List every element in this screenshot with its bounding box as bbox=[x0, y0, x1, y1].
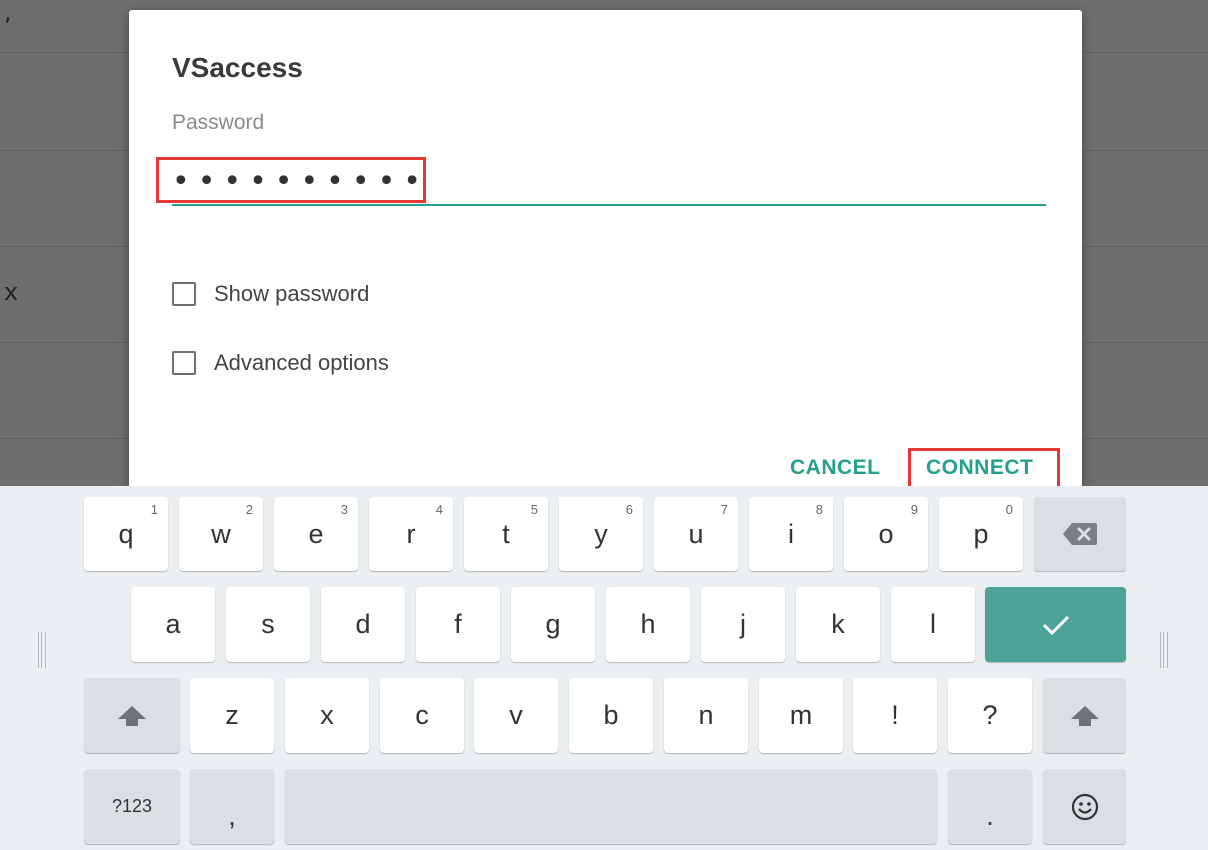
symbols-key[interactable]: ?123 bbox=[84, 769, 180, 844]
key-hint: 0 bbox=[1005, 502, 1013, 517]
key-label: w bbox=[211, 518, 231, 549]
key-n[interactable]: n bbox=[664, 678, 748, 753]
key-x[interactable]: x bbox=[285, 678, 369, 753]
period-key[interactable]: . bbox=[948, 769, 1032, 844]
show-password-checkbox[interactable] bbox=[172, 282, 196, 306]
key-l[interactable]: l bbox=[891, 587, 975, 662]
key-label: u bbox=[688, 518, 704, 549]
soft-keyboard: q1 w2 e3 r4 t5 y6 u7 i8 o9 p0 a s d f g … bbox=[0, 486, 1208, 850]
key-i[interactable]: i8 bbox=[749, 497, 833, 571]
wifi-password-dialog: VSaccess Password •••••••••• Show passwo… bbox=[129, 10, 1082, 490]
key-v[interactable]: v bbox=[474, 678, 558, 753]
key-d[interactable]: d bbox=[321, 587, 405, 662]
advanced-options-label: Advanced options bbox=[214, 350, 389, 375]
password-label: Password bbox=[172, 111, 265, 134]
key-label: r bbox=[406, 518, 416, 549]
key-label: q bbox=[118, 518, 134, 549]
enter-key[interactable] bbox=[985, 587, 1126, 662]
key-hint: 3 bbox=[340, 502, 348, 517]
key-hint: 7 bbox=[720, 502, 728, 517]
password-highlight-box bbox=[156, 157, 426, 203]
shift-left-key[interactable] bbox=[84, 678, 180, 753]
key-h[interactable]: h bbox=[606, 587, 690, 662]
key-f[interactable]: f bbox=[416, 587, 500, 662]
key-k[interactable]: k bbox=[796, 587, 880, 662]
key-label: , bbox=[228, 801, 236, 831]
key-e[interactable]: e3 bbox=[274, 497, 358, 571]
advanced-options-row[interactable]: Advanced options bbox=[172, 350, 389, 376]
cancel-button[interactable]: CANCEL bbox=[790, 456, 881, 480]
key-label: t bbox=[502, 518, 510, 549]
background-text: , bbox=[4, 0, 12, 26]
shift-right-key[interactable] bbox=[1043, 678, 1126, 753]
key-w[interactable]: w2 bbox=[179, 497, 263, 571]
key-b[interactable]: b bbox=[569, 678, 653, 753]
advanced-options-checkbox[interactable] bbox=[172, 351, 196, 375]
keyboard-right-handle[interactable] bbox=[1160, 632, 1170, 668]
background-text: x bbox=[4, 278, 19, 306]
key-hint: 4 bbox=[435, 502, 443, 517]
key-hint: 1 bbox=[150, 502, 158, 517]
key-z[interactable]: z bbox=[190, 678, 274, 753]
connect-highlight-box bbox=[908, 448, 1060, 490]
key-j[interactable]: j bbox=[701, 587, 785, 662]
key-hint: 6 bbox=[625, 502, 633, 517]
key-o[interactable]: o9 bbox=[844, 497, 928, 571]
checkmark-icon bbox=[1042, 615, 1069, 635]
dialog-title: VSaccess bbox=[172, 52, 303, 83]
key-a[interactable]: a bbox=[131, 587, 215, 662]
backspace-key[interactable] bbox=[1034, 497, 1126, 571]
key-label: o bbox=[878, 518, 894, 549]
key-label: i bbox=[788, 518, 794, 549]
key-hint: 9 bbox=[910, 502, 918, 517]
show-password-label: Show password bbox=[214, 281, 370, 306]
key-label: y bbox=[594, 518, 608, 549]
shift-icon bbox=[1070, 705, 1099, 726]
key-question[interactable]: ? bbox=[948, 678, 1032, 753]
emoji-icon bbox=[1071, 793, 1098, 820]
shift-icon bbox=[118, 705, 146, 726]
key-p[interactable]: p0 bbox=[939, 497, 1023, 571]
key-hint: 2 bbox=[245, 502, 253, 517]
backspace-icon bbox=[1063, 523, 1097, 545]
emoji-key[interactable] bbox=[1043, 769, 1126, 844]
key-label: e bbox=[308, 518, 324, 549]
key-hint: 8 bbox=[815, 502, 823, 517]
key-s[interactable]: s bbox=[226, 587, 310, 662]
key-exclamation[interactable]: ! bbox=[853, 678, 937, 753]
key-c[interactable]: c bbox=[380, 678, 464, 753]
keyboard-left-handle[interactable] bbox=[38, 632, 48, 668]
key-g[interactable]: g bbox=[511, 587, 595, 662]
key-label: p bbox=[973, 518, 989, 549]
space-key[interactable] bbox=[285, 769, 937, 844]
key-q[interactable]: q1 bbox=[84, 497, 168, 571]
key-t[interactable]: t5 bbox=[464, 497, 548, 571]
comma-key[interactable]: , bbox=[190, 769, 274, 844]
key-r[interactable]: r4 bbox=[369, 497, 453, 571]
key-y[interactable]: y6 bbox=[559, 497, 643, 571]
key-hint: 5 bbox=[530, 502, 538, 517]
key-u[interactable]: u7 bbox=[654, 497, 738, 571]
key-m[interactable]: m bbox=[759, 678, 843, 753]
key-label: . bbox=[986, 801, 994, 831]
show-password-row[interactable]: Show password bbox=[172, 281, 369, 307]
